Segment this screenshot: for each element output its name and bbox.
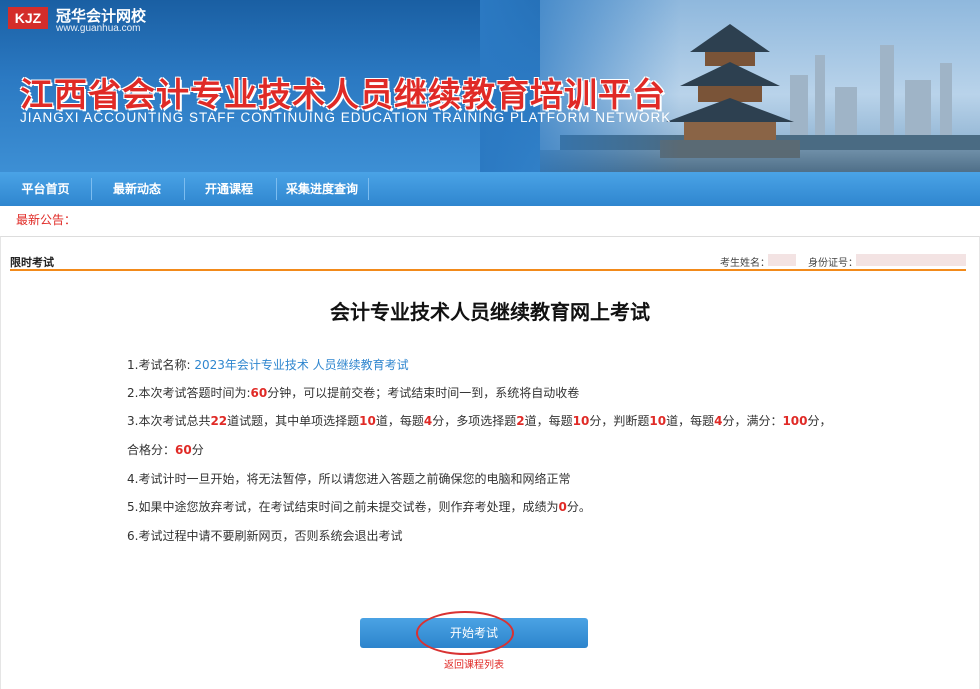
panel-heading: 限时考试 xyxy=(10,256,54,269)
rule-text: 分。 xyxy=(566,500,591,514)
rule-text: 分 xyxy=(191,443,204,457)
main-nav: 平台首页 最新动态 开通课程 采集进度查询 xyxy=(0,172,980,206)
pass-score: 60 xyxy=(175,443,192,457)
skyline-building xyxy=(940,63,952,135)
rule-text: 分， xyxy=(807,414,832,428)
skyline-building xyxy=(815,55,825,135)
skyline-building xyxy=(905,80,931,135)
rule-text: 道，每题 xyxy=(375,414,424,428)
rule-text: 分，满分： xyxy=(722,414,783,428)
rule-text: 道，每题 xyxy=(666,414,715,428)
examinee-name-label: 考生姓名： xyxy=(720,258,770,269)
id-number-redacted xyxy=(856,254,966,266)
examinee-name-redacted xyxy=(768,254,796,266)
platform-title: 江西省会计专业技术人员继续教育培训平台 xyxy=(20,75,666,114)
rule-4: 4.考试计时一旦开始，将无法暂停，所以请您进入答题之前确保您的电脑和网络正常 xyxy=(127,472,571,486)
nav-item-news[interactable]: 最新动态 xyxy=(98,172,176,206)
rule-text: 分钟，可以提前交卷；考试结束时间一到，系统将自动收卷 xyxy=(267,386,580,400)
rule-text: 5.如果中途您放弃考试，在考试结束时间之前未提交试卷，则作弃考处理，成绩为 xyxy=(127,500,559,514)
rule-text: 合格分： xyxy=(127,443,176,457)
abandon-score: 0 xyxy=(558,500,567,514)
header-banner: KJZ 冠华会计网校 www.guanhua.com 江西省会计专业技术人员继续… xyxy=(0,0,980,172)
rule-3-pass: 合格分：60分 xyxy=(127,441,204,458)
site-logo-url: www.guanhua.com xyxy=(56,23,141,34)
latest-notice-label: 最新公告： xyxy=(16,213,77,227)
rule-text: 1.考试名称: xyxy=(127,358,191,372)
rule-5: 5.如果中途您放弃考试，在考试结束时间之前未提交试卷，则作弃考处理，成绩为0分。 xyxy=(127,498,591,515)
nav-divider xyxy=(91,178,92,200)
exam-title: 会计专业技术人员继续教育网上考试 xyxy=(330,300,650,324)
duration-minutes: 60 xyxy=(250,386,268,400)
start-exam-button[interactable]: 开始考试 xyxy=(360,618,588,648)
skyline-building xyxy=(835,87,857,135)
rule-text: 3.本次考试总共 xyxy=(127,414,211,428)
nav-item-home[interactable]: 平台首页 xyxy=(8,172,83,206)
id-number-label: 身份证号： xyxy=(808,258,858,269)
multi-choice-count: 2 xyxy=(516,414,525,428)
nav-item-open-course[interactable]: 开通课程 xyxy=(190,172,268,206)
platform-subtitle: JIANGXI ACCOUNTING STAFF CONTINUING EDUC… xyxy=(20,110,672,125)
nav-divider xyxy=(184,178,185,200)
rule-2: 2.本次考试答题时间为:60分钟，可以提前交卷；考试结束时间一到，系统将自动收卷 xyxy=(127,384,579,401)
skyline-building xyxy=(880,45,894,135)
nav-item-progress-query[interactable]: 采集进度查询 xyxy=(282,172,362,206)
single-choice-score: 4 xyxy=(423,414,433,428)
site-logo-mark[interactable]: KJZ xyxy=(8,7,48,29)
full-score: 100 xyxy=(782,414,808,428)
panel-divider xyxy=(10,269,966,271)
nav-divider xyxy=(368,178,369,200)
single-choice-count: 10 xyxy=(359,414,376,428)
rule-text: 道，每题 xyxy=(524,414,573,428)
back-to-course-list-link[interactable]: 返回课程列表 xyxy=(0,656,948,671)
rule-text: 分，多项选择题 xyxy=(432,414,517,428)
multi-choice-score: 10 xyxy=(572,414,590,428)
rule-3: 3.本次考试总共22道试题，其中单项选择题10道，每题4分，多项选择题2道，每题… xyxy=(127,412,832,429)
rule-text: 分，判断题 xyxy=(589,414,650,428)
rule-text: 道试题，其中单项选择题 xyxy=(227,414,360,428)
judge-count: 10 xyxy=(649,414,667,428)
nav-divider xyxy=(276,178,277,200)
total-questions: 22 xyxy=(210,414,228,428)
rule-text: 2.本次考试答题时间为: xyxy=(127,386,251,400)
rule-6: 6.考试过程中请不要刷新网页，否则系统会退出考试 xyxy=(127,529,403,543)
exam-name: 2023年会计专业技术 人员继续教育考试 xyxy=(194,358,409,372)
rule-1: 1.考试名称: 2023年会计专业技术 人员继续教育考试 xyxy=(127,356,409,373)
